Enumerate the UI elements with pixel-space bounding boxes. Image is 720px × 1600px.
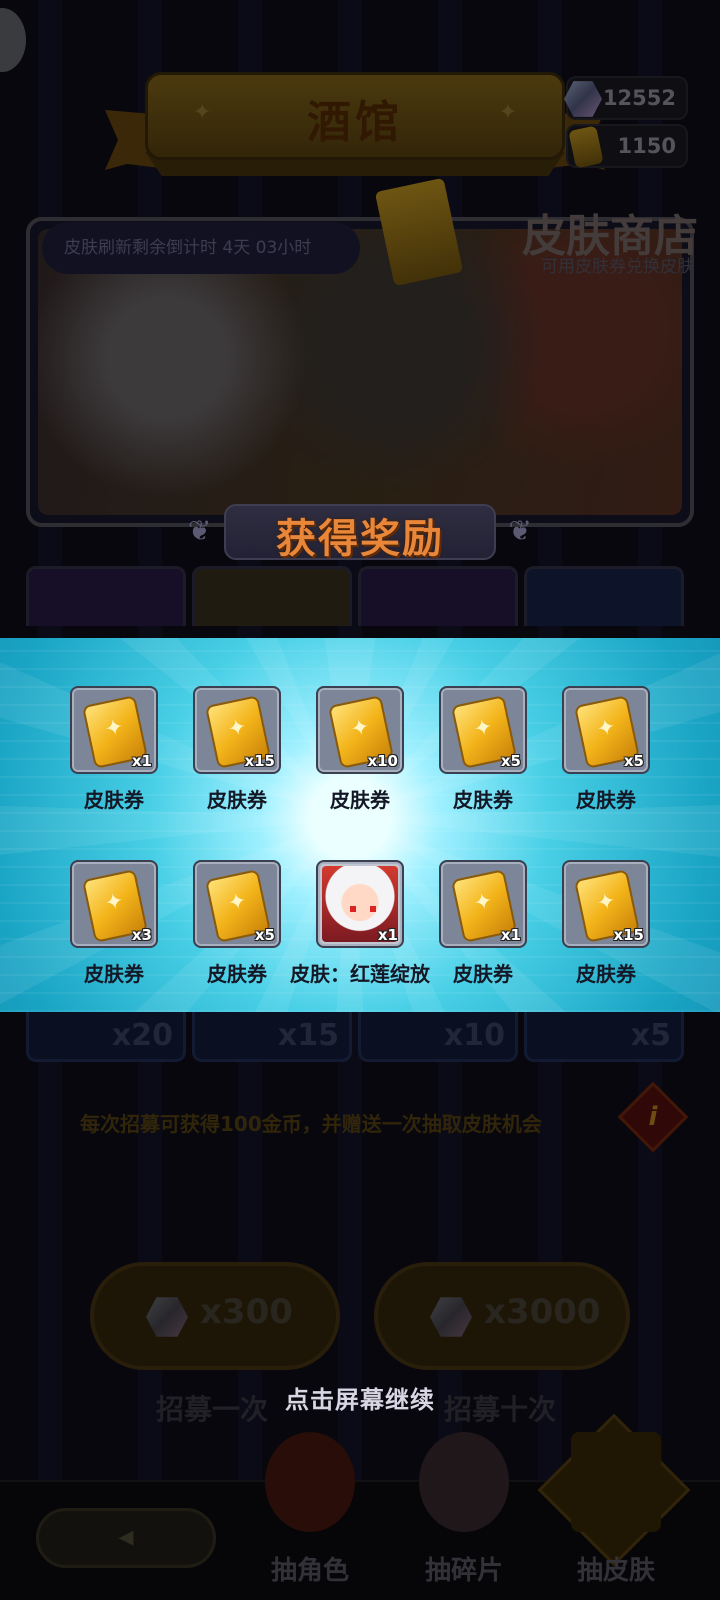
reward-title-banner: ❦ ❦ 获得奖励 bbox=[188, 500, 532, 566]
reward-name: 皮肤券 bbox=[453, 788, 513, 812]
reward-title: 获得奖励 bbox=[276, 516, 444, 562]
reward-item[interactable]: x15 bbox=[193, 686, 281, 774]
reward-quantity: x1 bbox=[500, 926, 521, 944]
reward-quantity: x5 bbox=[500, 752, 521, 770]
reward-item[interactable]: x10 bbox=[316, 686, 404, 774]
reward-item[interactable]: x1 bbox=[439, 860, 527, 948]
reward-item-skin[interactable]: x1 bbox=[316, 860, 404, 948]
reward-name: 皮肤券 bbox=[453, 962, 513, 986]
reward-item[interactable]: x5 bbox=[439, 686, 527, 774]
tavern-screen: ✦ ✦ 酒馆 12552 1150 皮肤刷新剩余倒计时 4天 03小时 皮肤商店… bbox=[0, 0, 720, 1600]
reward-name: 皮肤券 bbox=[84, 788, 144, 812]
reward-item[interactable]: x3 bbox=[70, 860, 158, 948]
reward-quantity: x1 bbox=[131, 752, 152, 770]
reward-quantity: x5 bbox=[254, 926, 275, 944]
reward-quantity: x15 bbox=[613, 926, 644, 944]
reward-name: 皮肤券 bbox=[330, 788, 390, 812]
reward-item[interactable]: x15 bbox=[562, 860, 650, 948]
reward-quantity: x5 bbox=[623, 752, 644, 770]
reward-name: 皮肤券 bbox=[576, 962, 636, 986]
reward-quantity: x3 bbox=[131, 926, 152, 944]
reward-panel[interactable]: x1 皮肤券 x15 皮肤券 x10 皮肤券 x5 皮肤券 x5 皮肤券 x3 … bbox=[0, 638, 720, 1012]
reward-quantity: x10 bbox=[367, 752, 398, 770]
portrait-eyes bbox=[350, 906, 376, 912]
reward-quantity: x15 bbox=[244, 752, 275, 770]
reward-item[interactable]: x5 bbox=[562, 686, 650, 774]
reward-item[interactable]: x1 bbox=[70, 686, 158, 774]
tap-to-continue-hint: 点击屏幕继续 bbox=[285, 1386, 435, 1414]
reward-name: 皮肤券 bbox=[576, 788, 636, 812]
reward-name: 皮肤券 bbox=[84, 962, 144, 986]
reward-name: 皮肤券 bbox=[207, 788, 267, 812]
reward-item[interactable]: x5 bbox=[193, 860, 281, 948]
reward-quantity: x1 bbox=[377, 926, 398, 944]
